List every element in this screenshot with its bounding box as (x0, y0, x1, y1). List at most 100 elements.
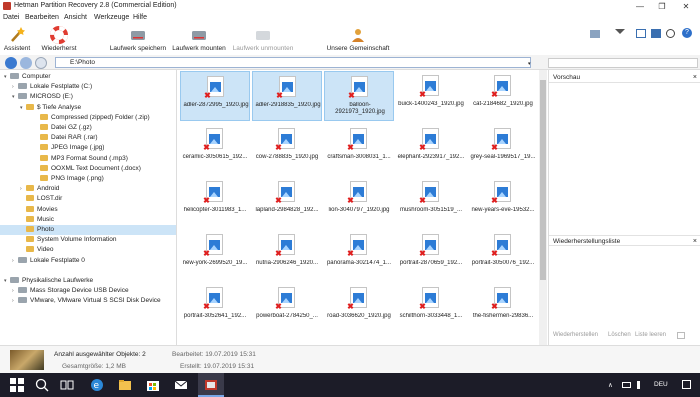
view-icon[interactable] (590, 30, 600, 38)
tree-item[interactable]: OOXML Text Document (.docx) (0, 164, 176, 174)
tree-item[interactable]: › VMware, VMware Virtual S SCSI Disk Devi… (0, 296, 176, 306)
tree-item[interactable] (0, 266, 176, 276)
tray-chevron[interactable]: ∧ (608, 381, 613, 389)
scrollbar-thumb[interactable] (540, 80, 546, 280)
tree-item[interactable]: Datei GZ (.gz) (0, 123, 176, 133)
menu-werkzeuge[interactable]: Werkzeuge (94, 14, 129, 21)
file-item[interactable]: ✖ helicopter-3011983_1... (180, 177, 250, 227)
tree-item[interactable]: PNG Image (.png) (0, 174, 176, 184)
task-view-icon[interactable] (60, 378, 74, 392)
notifications-icon[interactable] (682, 380, 691, 389)
view-toggle-icon[interactable] (677, 332, 685, 339)
file-item[interactable]: ✖ the-fishermen-29836... (468, 283, 538, 333)
tree-item[interactable]: Music (0, 215, 176, 225)
file-item[interactable]: ✖ nutria-2906246_1920... (252, 230, 322, 280)
panel-icon[interactable] (636, 29, 646, 38)
gemeinschaft-button[interactable]: Unsere Gemeinschaft (325, 24, 391, 56)
laufwerk-speichern-button[interactable]: Laufwerk speichern (108, 24, 168, 56)
file-item[interactable]: ✖ cat-2184682_1920.jpg (468, 71, 538, 121)
file-item[interactable]: ✖ grey-seal-1969517_19... (468, 124, 538, 174)
tree-item[interactable]: ▾ Physikalische Laufwerke (0, 276, 176, 286)
search-icon[interactable] (666, 29, 675, 38)
file-item[interactable]: ✖ elephant-2923917_192... (396, 124, 466, 174)
menu-bearbeiten[interactable]: Bearbeiten (25, 14, 59, 21)
laufwerk-mounten-button[interactable]: Laufwerk mounten (170, 24, 228, 56)
store-icon[interactable] (146, 378, 160, 392)
wiederherst-button[interactable]: Wiederherst (38, 24, 80, 56)
tree-item[interactable]: System Volume Information (0, 235, 176, 245)
tree-item[interactable]: Compressed (zipped) Folder (.zip) (0, 113, 176, 123)
file-item[interactable]: ✖ new-york-2699520_19... (180, 230, 250, 280)
tree-item[interactable]: Video (0, 245, 176, 255)
assistent-button[interactable]: Assistent (0, 24, 34, 56)
close-preview-icon[interactable]: × (693, 72, 697, 83)
tree-item[interactable]: LOST.dir (0, 194, 176, 204)
deleted-mark-icon: ✖ (347, 196, 354, 205)
menu-ansicht[interactable]: Ansicht (64, 14, 87, 21)
file-item[interactable]: ✖ powerboat-2784250_... (252, 283, 322, 333)
tree-item[interactable]: › Mass Storage Device USB Device (0, 286, 176, 296)
back-icon[interactable] (5, 57, 17, 69)
tree-item[interactable]: ▾ MICROSD (E:) (0, 92, 176, 102)
history-icon[interactable] (35, 57, 47, 69)
windows-start-icon[interactable] (10, 378, 24, 392)
tree-item[interactable]: › Lokale Festplatte (C:) (0, 82, 176, 92)
search-input[interactable] (548, 58, 698, 68)
menu-datei[interactable]: Datei (3, 14, 19, 21)
tree-item[interactable]: MP3 Format Sound (.mp3) (0, 154, 176, 164)
delete-button[interactable]: Löschen (608, 332, 631, 338)
menu-hilfe[interactable]: Hilfe (133, 14, 147, 21)
language-indicator[interactable]: DEU (654, 381, 668, 388)
close-button[interactable]: ✕ (676, 1, 696, 12)
drive-icon (18, 256, 27, 263)
file-item[interactable]: ✖ cow-2788835_1920.jpg (252, 124, 322, 174)
tree-item[interactable]: ▾ $ Tiefe Analyse (0, 103, 176, 113)
laufwerk-unmounten-button[interactable]: Laufwerk unmounten (230, 24, 296, 56)
volume-icon[interactable] (637, 381, 645, 389)
file-item[interactable]: ✖ mushroom-3051519_... (396, 177, 466, 227)
file-item[interactable]: ✖ adler-2918835_1920.jpg (252, 71, 322, 121)
tree-item-label: Computer (22, 73, 51, 80)
file-item[interactable]: ✖ new-years-eve-19532... (468, 177, 538, 227)
search-icon[interactable] (35, 378, 49, 392)
file-item[interactable]: ✖ buick-1400243_1920.jpg (396, 71, 466, 121)
forward-icon[interactable] (20, 57, 32, 69)
tree-item[interactable]: ▾ Computer (0, 72, 176, 82)
address-dropdown-icon[interactable]: ▾ (528, 61, 531, 67)
file-item[interactable]: ✖ ceramic-3050615_192... (180, 124, 250, 174)
filter-icon[interactable] (615, 29, 625, 34)
save-icon[interactable] (651, 29, 661, 38)
help-icon[interactable]: ? (682, 28, 692, 38)
file-item[interactable]: ✖ craftsman-3008031_1... (324, 124, 394, 174)
file-item[interactable]: ✖ road-3036620_1920.jpg (324, 283, 394, 333)
taskbar-active-app[interactable] (198, 373, 224, 397)
tree-item[interactable]: › Android (0, 184, 176, 194)
network-icon[interactable] (622, 382, 631, 388)
file-item[interactable]: ✖ adler-2872995_1920.jpg (180, 71, 250, 121)
deleted-mark-icon: ✖ (419, 196, 426, 205)
file-item[interactable]: ✖ lapland-2984828_192... (252, 177, 322, 227)
tree-item[interactable]: Photo (0, 225, 176, 235)
tree-item[interactable]: › Lokale Festplatte 0 (0, 256, 176, 266)
file-item[interactable]: ✖ portrait-2870659_192... (396, 230, 466, 280)
minimize-button[interactable]: — (630, 1, 650, 12)
file-item[interactable]: ✖ portrait-3050076_192... (468, 230, 538, 280)
file-item[interactable]: ✖ schilthorn-3033448_1... (396, 283, 466, 333)
maximize-button[interactable]: ❐ (652, 1, 672, 12)
file-item[interactable]: ✖ lion-3040797_1920.jpg (324, 177, 394, 227)
tree-item[interactable]: Movies (0, 205, 176, 215)
folder-icon (40, 124, 48, 130)
close-recovery-list-icon[interactable]: × (693, 236, 697, 247)
file-grid-scrollbar[interactable] (539, 70, 547, 345)
file-item[interactable]: ✖ panorama-3021474_1... (324, 230, 394, 280)
file-item[interactable]: ✖ balloon-2921973_1920.jpg (324, 71, 394, 121)
clear-list-button[interactable]: Liste leeren (635, 332, 666, 338)
file-explorer-icon[interactable] (118, 378, 132, 392)
edge-icon[interactable]: e (90, 378, 104, 392)
address-input[interactable]: E:\Photo (55, 57, 531, 68)
tree-item[interactable]: Datei RAR (.rar) (0, 133, 176, 143)
recover-button[interactable]: Wiederherstellen (553, 332, 598, 338)
file-item[interactable]: ✖ portrait-3052641_192... (180, 283, 250, 333)
mail-icon[interactable] (174, 378, 188, 392)
tree-item[interactable]: JPEG Image (.jpg) (0, 143, 176, 153)
